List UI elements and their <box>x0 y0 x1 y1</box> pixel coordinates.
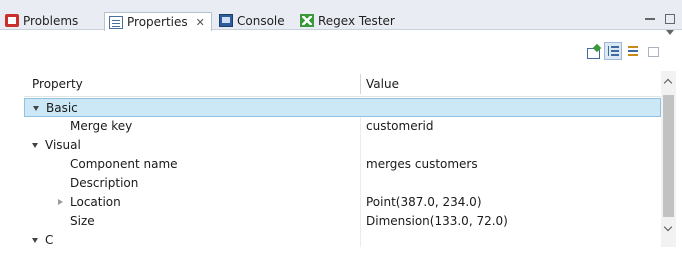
expanded-triangle-icon[interactable] <box>32 238 38 243</box>
scroll-down-icon[interactable] <box>664 224 673 233</box>
restore-default-icon[interactable] <box>644 42 662 60</box>
view-tab-bar: Problems Properties ✕ Console Regex Test… <box>0 0 682 31</box>
column-header-value[interactable]: Value <box>366 71 399 97</box>
property-name: Basic <box>46 101 78 115</box>
property-name: Visual <box>45 138 81 152</box>
maximize-icon[interactable] <box>665 14 675 24</box>
column-header-property[interactable]: Property <box>32 71 83 97</box>
problems-icon <box>5 14 19 27</box>
column-divider[interactable] <box>360 74 361 94</box>
property-name: Description <box>70 176 139 190</box>
vertical-scrollbar[interactable] <box>661 71 676 247</box>
table-row[interactable]: Location Point(387.0, 234.0) <box>24 193 661 212</box>
property-value[interactable]: Point(387.0, 234.0) <box>366 193 482 212</box>
property-name: Size <box>70 214 95 228</box>
tab-properties[interactable]: Properties ✕ <box>104 12 212 31</box>
properties-icon <box>109 15 123 29</box>
pin-to-selection-icon[interactable] <box>584 42 602 60</box>
tab-console[interactable]: Console <box>219 11 285 30</box>
table-row[interactable]: Component name merges customers <box>24 155 661 174</box>
console-icon <box>219 14 233 27</box>
property-name: Location <box>70 195 121 209</box>
expanded-triangle-icon[interactable] <box>33 106 39 111</box>
tab-problems-label: Problems <box>23 13 79 28</box>
collapsed-triangle-icon[interactable] <box>58 199 63 205</box>
show-advanced-properties-icon[interactable] <box>624 42 642 60</box>
property-value[interactable]: merges customers <box>366 155 478 174</box>
tab-console-label: Console <box>237 13 285 28</box>
tab-regex-tester-label: Regex Tester <box>318 13 395 28</box>
property-value[interactable]: Dimension(133.0, 72.0) <box>366 212 508 231</box>
table-row[interactable]: Visual <box>24 136 661 155</box>
table-row[interactable]: Basic <box>24 98 661 117</box>
show-categories-icon[interactable] <box>604 42 622 60</box>
property-value[interactable]: customerid <box>366 117 433 136</box>
property-table: Property Value Basic Merge key customeri… <box>24 71 661 247</box>
close-tab-icon[interactable]: ✕ <box>196 16 205 29</box>
regex-tester-icon <box>300 14 314 27</box>
property-name: C <box>45 233 54 247</box>
minimize-icon[interactable] <box>645 14 655 24</box>
view-menu-icon[interactable] <box>666 30 674 35</box>
property-name: Component name <box>70 157 178 171</box>
tab-problems[interactable]: Problems <box>5 11 78 30</box>
tab-properties-label: Properties <box>127 15 188 29</box>
table-row[interactable]: Merge key customerid <box>24 117 661 136</box>
table-header: Property Value <box>24 71 661 97</box>
table-row[interactable]: Size Dimension(133.0, 72.0) <box>24 212 661 231</box>
table-row[interactable]: Description <box>24 174 661 193</box>
scroll-up-icon[interactable] <box>664 77 673 86</box>
scrollbar-thumb[interactable] <box>663 95 674 217</box>
properties-toolbar <box>0 31 682 63</box>
tab-regex-tester[interactable]: Regex Tester <box>300 11 395 30</box>
property-name: Merge key <box>70 119 133 133</box>
table-row[interactable]: C <box>24 231 661 247</box>
expanded-triangle-icon[interactable] <box>32 143 38 148</box>
